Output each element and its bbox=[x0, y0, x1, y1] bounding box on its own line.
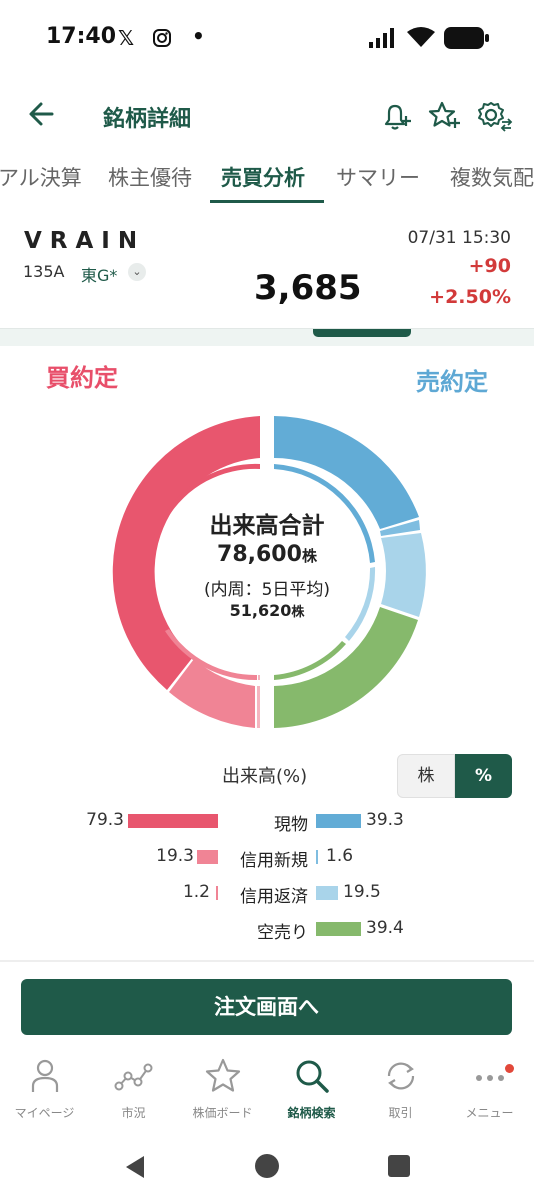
nav-item-menu[interactable]: メニュー bbox=[445, 1056, 534, 1121]
nav-label: 銘柄検索 bbox=[287, 1106, 336, 1120]
nav-item-market[interactable]: 市況 bbox=[89, 1056, 178, 1121]
five-day-average-unit: 株 bbox=[291, 605, 305, 620]
back-arrow-icon[interactable] bbox=[24, 96, 60, 132]
nav-label: 株価ボード bbox=[192, 1106, 253, 1120]
unit-toggle-percent[interactable]: % bbox=[455, 754, 512, 798]
system-back-icon[interactable] bbox=[120, 1152, 150, 1182]
total-volume-value: 78,600 bbox=[217, 542, 302, 567]
donut-buy-margin-repay bbox=[257, 686, 260, 729]
add-favorite-icon[interactable] bbox=[424, 96, 464, 136]
legend-row-margin-repay: 1.2 信用返済 19.5 bbox=[0, 878, 534, 907]
sell-bar bbox=[316, 850, 318, 864]
category-label: 空売り bbox=[257, 923, 308, 943]
nav-item-stock-board[interactable]: 株価ボード bbox=[178, 1056, 267, 1121]
buy-value: 1.2 bbox=[182, 882, 210, 902]
nav-label: 取引 bbox=[388, 1106, 413, 1120]
tab-summary[interactable]: サマリー bbox=[336, 162, 420, 192]
star-icon bbox=[205, 1058, 240, 1092]
order-screen-button[interactable]: 注文画面へ bbox=[21, 979, 512, 1035]
inner-ring-note: (内周：5日平均) bbox=[203, 580, 331, 600]
category-label: 信用返済 bbox=[240, 887, 308, 907]
donut-sell-margin-repay bbox=[381, 533, 426, 617]
trade-refresh-icon bbox=[387, 1062, 414, 1090]
category-label: 現物 bbox=[274, 815, 308, 835]
bottom-nav: マイページ 市況 株価ボード 銘柄検索 取引 メニュー bbox=[0, 1050, 534, 1134]
total-volume-title: 出来高合計 bbox=[209, 513, 325, 539]
person-icon bbox=[31, 1059, 58, 1092]
system-recents-icon[interactable] bbox=[386, 1153, 412, 1179]
stock-code: 135A bbox=[23, 262, 65, 281]
sell-bar bbox=[316, 814, 361, 828]
add-alert-icon[interactable] bbox=[376, 96, 416, 136]
notification-dot-icon: • bbox=[192, 24, 205, 48]
legend-row-margin-new: 19.3 信用新規 1.6 bbox=[0, 842, 534, 871]
tab-trading-analysis[interactable]: 売買分析 bbox=[221, 162, 305, 192]
legend-row-cash: 79.3 現物 39.3 bbox=[0, 806, 534, 835]
donut-inner-buy-margin-repay bbox=[258, 675, 260, 681]
five-day-average: 51,620株 bbox=[167, 601, 367, 620]
market-trend-icon bbox=[114, 1063, 152, 1091]
donut-short-sell bbox=[274, 607, 418, 728]
nav-label: メニュー bbox=[465, 1106, 514, 1120]
more-dots-icon bbox=[475, 1075, 504, 1081]
sell-bar bbox=[316, 886, 338, 900]
sell-value: 39.4 bbox=[366, 918, 404, 938]
legend-row-short-sell: 空売り 39.4 bbox=[0, 914, 534, 943]
system-home-icon[interactable] bbox=[253, 1152, 281, 1180]
x-app-icon: 𝕏 bbox=[118, 26, 135, 50]
buy-value: 19.3 bbox=[156, 846, 194, 866]
sell-bar bbox=[316, 922, 361, 936]
wifi-icon bbox=[407, 27, 435, 47]
tab-shareholder-benefits[interactable]: 株主優待 bbox=[108, 162, 192, 192]
buy-value: 79.3 bbox=[86, 810, 124, 830]
price-change-percent: +2.50% bbox=[429, 286, 511, 308]
battery-icon bbox=[444, 27, 489, 49]
price-change: +90 bbox=[468, 255, 511, 277]
notification-badge bbox=[505, 1064, 514, 1073]
unit-toggle-shares[interactable]: 株 bbox=[397, 754, 455, 798]
settings-gear-icon[interactable] bbox=[474, 96, 514, 136]
app-bar: 銘柄詳細 bbox=[0, 88, 534, 144]
detail-tabs: アル決算 株主優待 売買分析 サマリー 複数気配 bbox=[0, 156, 534, 206]
active-tab-indicator bbox=[210, 200, 324, 203]
volume-donut-chart bbox=[112, 416, 426, 729]
tab-earnings[interactable]: アル決算 bbox=[0, 162, 82, 192]
sell-value: 19.5 bbox=[343, 882, 381, 902]
nav-item-stock-search[interactable]: 銘柄検索 bbox=[267, 1056, 356, 1121]
sell-value: 39.3 bbox=[366, 810, 404, 830]
stock-name: VRAIN bbox=[24, 228, 146, 254]
buy-bar bbox=[216, 886, 218, 900]
sell-executions-label: 売約定 bbox=[416, 368, 488, 396]
five-day-average-value: 51,620 bbox=[229, 601, 292, 620]
legend-title: 出来高(%) bbox=[222, 766, 308, 787]
signal-icon bbox=[369, 28, 394, 48]
drag-handle[interactable] bbox=[313, 329, 411, 337]
nav-item-mypage[interactable]: マイページ bbox=[0, 1056, 89, 1121]
buy-executions-label: 買約定 bbox=[46, 364, 118, 392]
instagram-icon bbox=[153, 29, 171, 47]
divider bbox=[0, 960, 534, 962]
sell-value: 1.6 bbox=[326, 846, 354, 866]
buy-bar bbox=[197, 850, 218, 864]
total-volume-unit: 株 bbox=[301, 547, 317, 565]
nav-label: 市況 bbox=[121, 1106, 146, 1120]
section-strip bbox=[0, 328, 534, 346]
total-volume: 78,600株 bbox=[167, 542, 367, 567]
tab-multiple-quotes[interactable]: 複数気配 bbox=[450, 162, 534, 192]
category-label: 信用新規 bbox=[240, 851, 308, 871]
status-time: 17:40 bbox=[46, 24, 117, 49]
page-title: 銘柄詳細 bbox=[103, 107, 192, 132]
stock-market[interactable]: 東G* bbox=[81, 262, 117, 286]
nav-item-trade[interactable]: 取引 bbox=[356, 1056, 445, 1121]
price-datetime: 07/31 15:30 bbox=[407, 228, 511, 248]
buy-bar bbox=[128, 814, 218, 828]
stock-price: 3,685 bbox=[254, 268, 362, 308]
status-bar: 17:40 𝕏 • bbox=[0, 0, 534, 76]
search-icon bbox=[296, 1060, 329, 1093]
nav-label: マイページ bbox=[14, 1106, 75, 1120]
system-nav-bar bbox=[0, 1140, 534, 1200]
chevron-down-icon[interactable]: ⌄ bbox=[128, 263, 146, 281]
